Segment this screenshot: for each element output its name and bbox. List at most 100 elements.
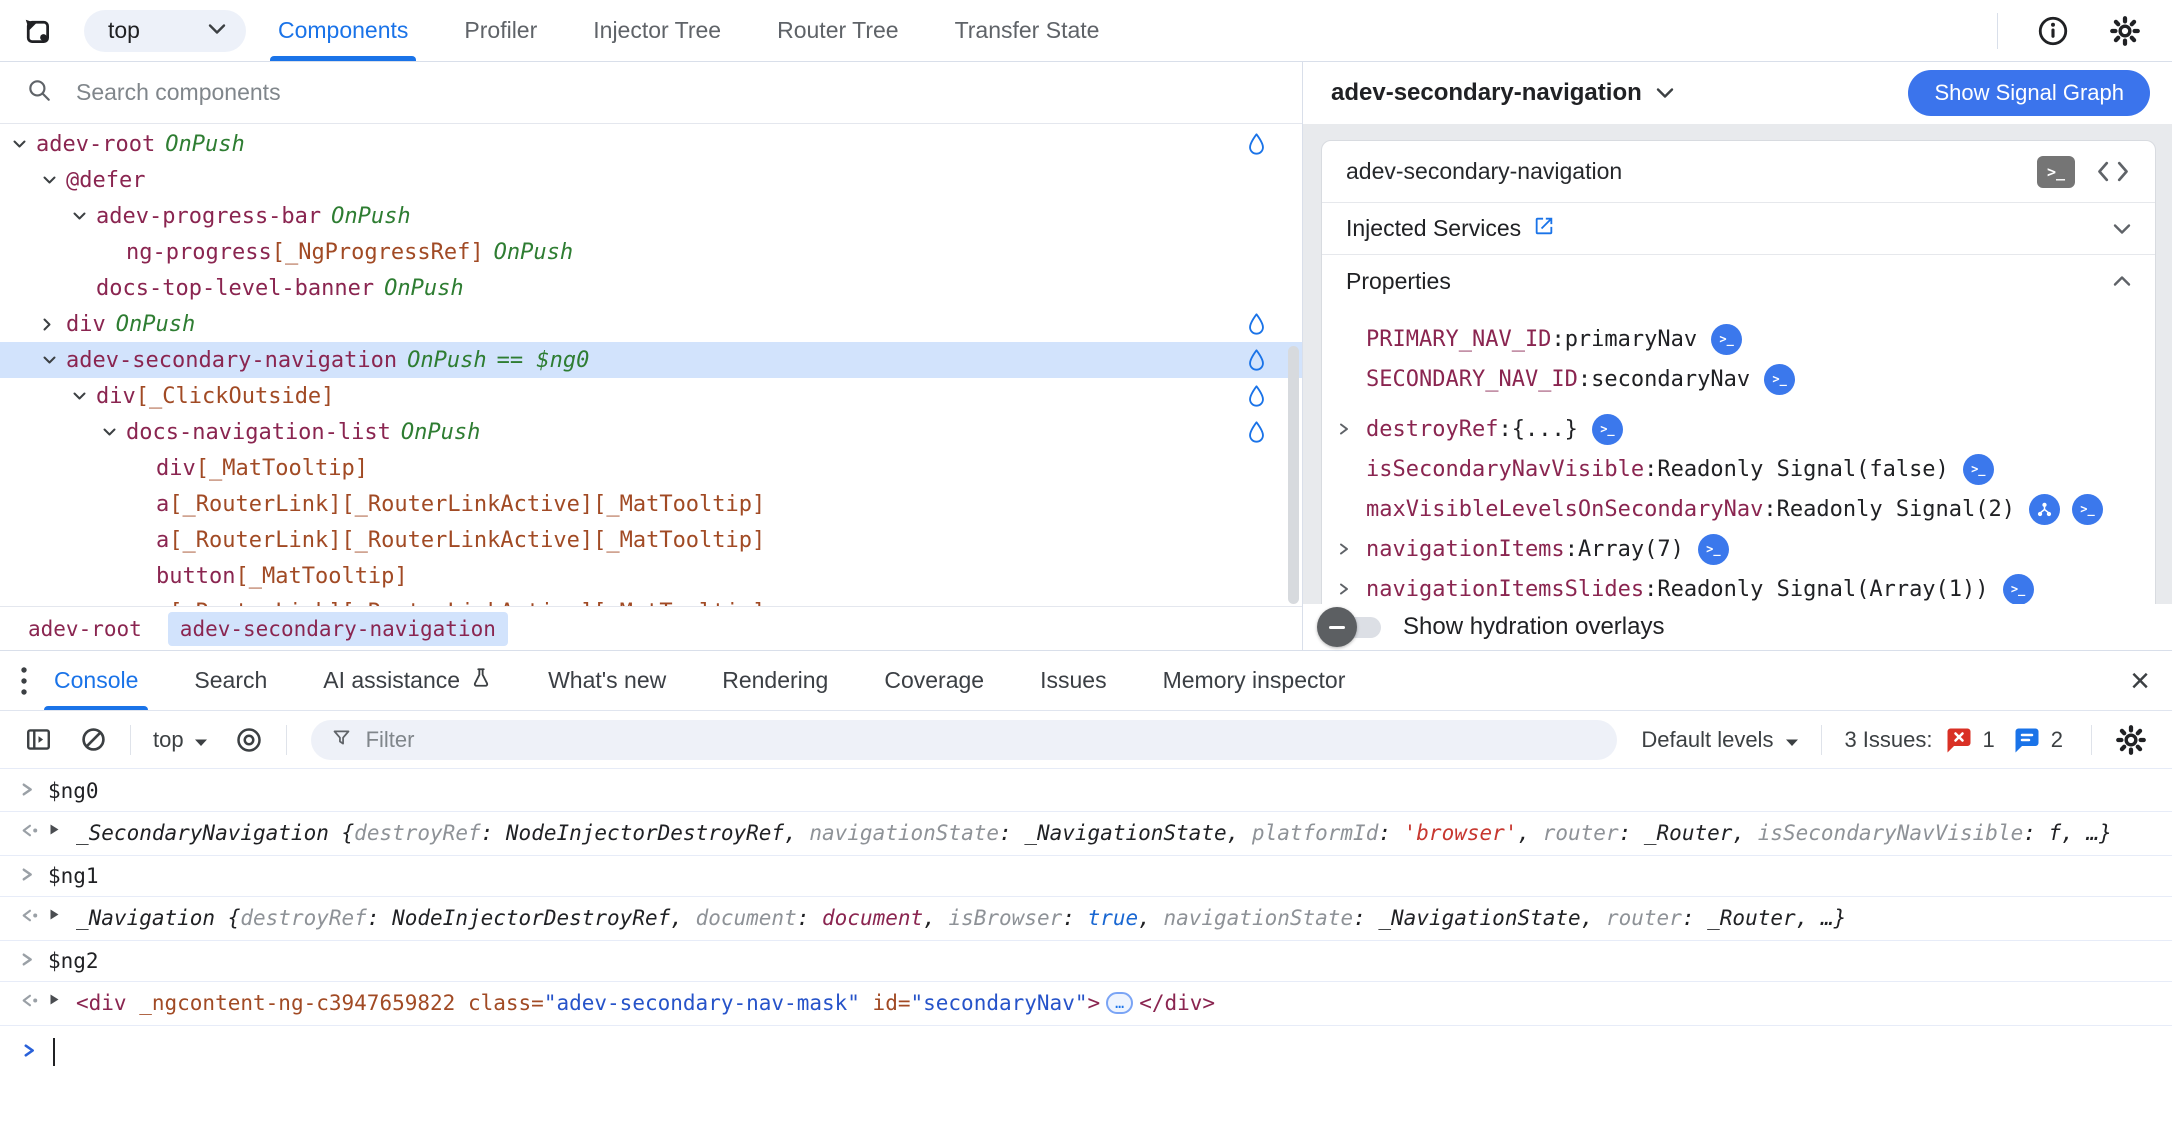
- tab-transfer-state[interactable]: Transfer State: [951, 0, 1104, 61]
- log-to-console-icon[interactable]: >_: [1764, 364, 1795, 395]
- chevron-down-icon: [2113, 223, 2131, 235]
- collapsed-children-badge[interactable]: …: [1106, 992, 1133, 1014]
- tree-row[interactable]: adev-secondary-navigationOnPush== $ng0: [0, 342, 1302, 378]
- drawer-tab-issues[interactable]: Issues: [1036, 651, 1110, 710]
- frame-selector-dropdown[interactable]: top: [84, 10, 246, 52]
- property-row[interactable]: navigationItemsSlides: Readonly Signal(A…: [1338, 569, 2131, 604]
- caret-down-icon[interactable]: [102, 427, 126, 438]
- caret-down-icon[interactable]: [42, 175, 66, 186]
- caret-down-icon[interactable]: [72, 391, 96, 402]
- live-expression-eye-icon[interactable]: [234, 725, 264, 755]
- tree-row[interactable]: a[_RouterLink][_RouterLinkActive][_MatTo…: [0, 522, 1302, 558]
- console-message-text: $ng0: [48, 771, 2172, 811]
- drawer-tab-ai-assistance[interactable]: AI assistance: [319, 651, 496, 710]
- caret-right-icon[interactable]: [1338, 421, 1366, 437]
- drawer-tab-rendering[interactable]: Rendering: [718, 651, 832, 710]
- console-sidebar-icon[interactable]: [24, 725, 53, 754]
- hydration-droplet-icon: [1247, 132, 1266, 156]
- tab-components[interactable]: Components: [274, 0, 412, 61]
- property-row[interactable]: PRIMARY_NAV_ID: primaryNav>_: [1338, 319, 2131, 359]
- tree-row[interactable]: divOnPush: [0, 306, 1302, 342]
- close-drawer-icon[interactable]: ×: [2130, 664, 2150, 698]
- filter-input[interactable]: [366, 727, 1598, 753]
- tree-row[interactable]: @defer: [0, 162, 1302, 198]
- tree-row[interactable]: a[_RouterLink][_RouterLinkActive][_MatTo…: [0, 486, 1302, 522]
- chevron-down-icon[interactable]: [1656, 87, 1674, 99]
- property-value: Readonly Signal(false): [1657, 457, 1948, 482]
- log-to-console-icon[interactable]: >_: [1963, 454, 1994, 485]
- caret-right-icon[interactable]: [1338, 581, 1366, 597]
- signal-graph-icon[interactable]: [2029, 494, 2060, 525]
- tree-row[interactable]: div[_ClickOutside]: [0, 378, 1302, 414]
- tree-scrollbar-thumb[interactable]: [1288, 346, 1299, 604]
- caret-down-icon[interactable]: [12, 139, 36, 150]
- open-in-console-icon[interactable]: >_: [2037, 156, 2075, 188]
- expand-triangle-icon[interactable]: [48, 897, 76, 922]
- drawer-tab-search[interactable]: Search: [190, 651, 271, 710]
- expand-triangle-icon[interactable]: [48, 982, 76, 1007]
- settings-gear-icon[interactable]: [2108, 14, 2142, 48]
- inspector-body: adev-secondary-navigation >_ Injected Se…: [1303, 124, 2172, 604]
- property-row[interactable]: navigationItems: Array(7)>_: [1338, 529, 2131, 569]
- devtools-topbar: top Components Profiler Injector Tree Route…: [0, 0, 2172, 62]
- console-settings-gear-icon[interactable]: [2114, 723, 2148, 757]
- log-to-console-icon[interactable]: >_: [1698, 534, 1729, 565]
- input-chevron-icon: [0, 771, 48, 798]
- console-prompt[interactable]: [0, 1026, 2172, 1066]
- hydration-overlays-toggle[interactable]: [1317, 605, 1383, 649]
- caret-down-icon[interactable]: [42, 355, 66, 366]
- property-value: Readonly Signal(Array(1)): [1657, 577, 1988, 602]
- view-source-icon[interactable]: [2095, 159, 2131, 184]
- log-to-console-icon[interactable]: >_: [2003, 574, 2034, 605]
- drawer-tab-what-s-new[interactable]: What's new: [544, 651, 670, 710]
- error-issue-count: 1: [1983, 727, 1995, 753]
- log-to-console-icon[interactable]: >_: [1711, 324, 1742, 355]
- drawer-tab-console[interactable]: Console: [50, 651, 142, 710]
- divider: [286, 725, 287, 755]
- tree-row[interactable]: adev-progress-barOnPush: [0, 198, 1302, 234]
- tree-row[interactable]: button[_MatTooltip]: [0, 558, 1302, 594]
- return-value-icon: [0, 812, 48, 839]
- tab-injector-tree[interactable]: Injector Tree: [589, 0, 725, 61]
- drawer-tab-memory-inspector[interactable]: Memory inspector: [1159, 651, 1350, 710]
- caret-right-icon[interactable]: [1338, 541, 1366, 557]
- log-to-console-icon[interactable]: >_: [1592, 414, 1623, 445]
- breadcrumb-item[interactable]: adev-root: [16, 612, 154, 646]
- tab-router-tree[interactable]: Router Tree: [773, 0, 902, 61]
- more-tools-kebab-icon[interactable]: [20, 664, 28, 698]
- issues-counter[interactable]: 3 Issues: 1 2: [1844, 725, 2069, 754]
- show-signal-graph-button[interactable]: Show Signal Graph: [1908, 70, 2150, 116]
- tab-profiler[interactable]: Profiler: [460, 0, 541, 61]
- property-row[interactable]: destroyRef: {...}>_: [1338, 409, 2131, 449]
- inspect-element-icon[interactable]: [22, 16, 52, 46]
- tree-row[interactable]: docs-top-level-bannerOnPush: [0, 270, 1302, 306]
- console-context-selector[interactable]: top: [153, 727, 208, 753]
- drawer-tab-coverage[interactable]: Coverage: [880, 651, 988, 710]
- property-row[interactable]: SECONDARY_NAV_ID: secondaryNav>_: [1338, 359, 2131, 399]
- console-reference-badge: == $ng0: [497, 348, 590, 373]
- tree-row[interactable]: adev-rootOnPush: [0, 126, 1302, 162]
- info-icon[interactable]: [2036, 14, 2070, 48]
- tree-row[interactable]: a[_RouterLink][_RouterLinkActive][_MatTo…: [0, 594, 1302, 606]
- section-injected-services[interactable]: Injected Services: [1322, 203, 2155, 255]
- property-row[interactable]: maxVisibleLevelsOnSecondaryNav: Readonly…: [1338, 489, 2131, 529]
- search-input[interactable]: [76, 79, 1276, 106]
- change-detection-badge: OnPush: [116, 312, 195, 337]
- component-name: a: [156, 492, 169, 517]
- component-name: div: [156, 456, 196, 481]
- tree-row[interactable]: ng-progress[_NgProgressRef]OnPush: [0, 234, 1302, 270]
- expand-triangle-icon[interactable]: [48, 812, 76, 837]
- clear-console-icon[interactable]: [79, 725, 108, 754]
- property-row[interactable]: isSecondaryNavVisible: Readonly Signal(f…: [1338, 449, 2131, 489]
- section-properties[interactable]: Properties: [1322, 255, 2155, 307]
- console-input-entry: $ng1: [0, 856, 2172, 897]
- caret-down-icon[interactable]: [72, 211, 96, 222]
- console-message-text: <div _ngcontent-ng-c3947659822 class="ad…: [76, 982, 2172, 1025]
- log-levels-dropdown[interactable]: Default levels: [1641, 727, 1799, 753]
- tree-row[interactable]: docs-navigation-listOnPush: [0, 414, 1302, 450]
- breadcrumb-item[interactable]: adev-secondary-navigation: [168, 612, 508, 646]
- caret-right-icon[interactable]: [42, 317, 66, 332]
- tree-row[interactable]: div[_MatTooltip]: [0, 450, 1302, 486]
- log-to-console-icon[interactable]: >_: [2072, 494, 2103, 525]
- external-link-icon[interactable]: [1533, 215, 1555, 243]
